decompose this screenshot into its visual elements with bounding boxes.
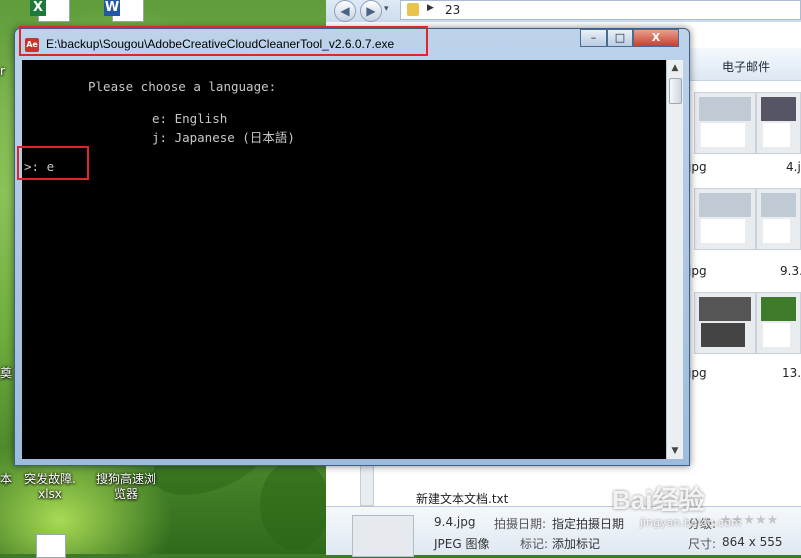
back-button[interactable]: ◀ — [334, 0, 356, 22]
details-pane: 9.4.jpg 拍摄日期: 指定拍摄日期 分级: ★★★★★ JPEG 图像 标… — [326, 506, 801, 557]
size-label: 尺寸: — [688, 537, 717, 551]
chevron-right-icon: ▶ — [427, 3, 434, 13]
file-thumbnail[interactable] — [756, 292, 801, 354]
console-output[interactable]: Please choose a language: e: English j: … — [22, 60, 666, 459]
desktop-icon-label: 搜狗高速浏 — [95, 472, 156, 486]
email-button[interactable]: 电子邮件 — [722, 58, 770, 75]
console-scrollbar[interactable]: ▲ ▼ — [666, 60, 683, 459]
file-name[interactable]: 13.j — [782, 366, 801, 380]
address-bar[interactable]: ▶ 23 — [400, 0, 801, 20]
folder-icon — [407, 3, 419, 16]
file-thumbnail[interactable] — [756, 92, 801, 154]
selected-filetype: JPEG 图像 — [434, 537, 490, 551]
file-name[interactable]: 4.jp — [786, 160, 801, 174]
word-badge-icon: W — [104, 0, 120, 16]
watermark-logo: Bai经验 — [612, 485, 705, 515]
console-option-japanese: j: Japanese (日本語) — [152, 130, 295, 145]
explorer-scrollbar[interactable] — [360, 460, 374, 506]
console-option-english: e: English — [152, 111, 228, 126]
forward-button[interactable]: ▶ — [360, 0, 382, 22]
leaf-shape — [260, 460, 330, 550]
console-prompt-line: Please choose a language: — [88, 79, 277, 94]
scroll-up-icon[interactable]: ▲ — [667, 60, 683, 76]
file-thumbnail[interactable] — [694, 188, 756, 250]
selected-file-preview — [352, 515, 414, 557]
scroll-down-icon[interactable]: ▼ — [667, 443, 683, 459]
clipped-desktop-label: r — [0, 64, 5, 78]
file-thumbnail[interactable] — [694, 292, 756, 354]
explorer-nav-bar: ◀ ▶ ▾ ▶ 23 — [326, 0, 801, 22]
clipped-desktop-label: 本 — [0, 472, 13, 486]
maximize-button[interactable]: □ — [607, 29, 633, 47]
close-button[interactable]: X — [633, 29, 679, 47]
desktop-icon-excel[interactable]: 突发故障. xlsx — [18, 472, 82, 502]
date-value[interactable]: 指定拍摄日期 — [552, 515, 624, 532]
console-window[interactable]: Ae E:\backup\Sougou\AdobeCreativeCloudCl… — [14, 28, 690, 466]
file-name[interactable]: 9.3. — [780, 264, 801, 278]
file-name[interactable]: jpg — [688, 366, 707, 380]
tag-value[interactable]: 添加标记 — [552, 535, 600, 552]
date-label: 拍摄日期: — [494, 517, 547, 531]
desktop-icon-label: 突发故障. — [24, 472, 76, 486]
file-name[interactable]: jpg — [688, 160, 707, 174]
selected-filename: 9.4.jpg — [434, 515, 476, 529]
desktop-icon-sogou-browser[interactable]: 搜狗高速浏 览器 — [90, 472, 162, 502]
excel-badge-icon: X — [30, 0, 46, 16]
file-thumbnail[interactable] — [694, 92, 756, 154]
minimize-button[interactable]: – — [580, 29, 607, 47]
scroll-thumb[interactable] — [669, 78, 682, 104]
chevron-down-icon[interactable]: ▾ — [384, 4, 389, 14]
size-value: 864 x 555 — [722, 535, 783, 549]
desktop-icon-label: xlsx — [38, 487, 62, 501]
input-highlight-box — [17, 146, 89, 180]
desktop-icon-label: 览器 — [113, 487, 138, 501]
address-path: 23 — [445, 3, 461, 17]
clipped-desktop-label: 奠 — [0, 366, 13, 380]
file-icon[interactable] — [36, 534, 66, 558]
watermark-url: jingyan.baidu.com — [640, 516, 742, 529]
tag-label: 标记: — [520, 537, 549, 551]
title-highlight-box — [19, 26, 428, 56]
txt-file-name[interactable]: 新建文本文档.txt — [416, 490, 508, 507]
file-thumbnail[interactable] — [756, 188, 801, 250]
file-name[interactable]: jpg — [688, 264, 707, 278]
